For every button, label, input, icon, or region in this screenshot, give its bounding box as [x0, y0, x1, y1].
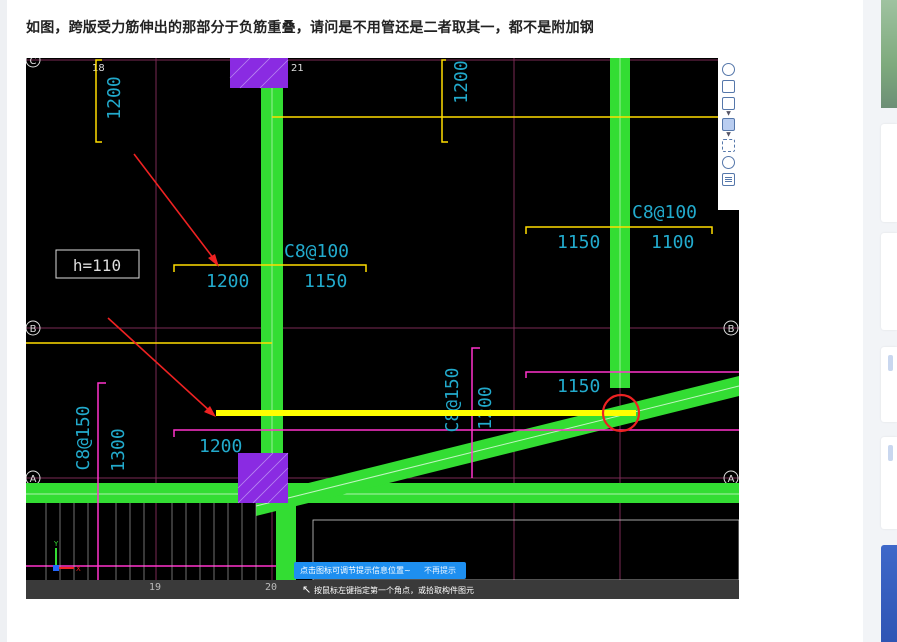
sidebar-card-2[interactable] [881, 233, 897, 330]
rebar-label-c8-150-mid: C8@150 [442, 367, 463, 432]
left-gutter [0, 0, 7, 642]
grid-number-21: 21 [291, 63, 304, 74]
chevron-down-icon[interactable]: ▼ [726, 111, 731, 117]
zoom-extents-icon[interactable] [722, 139, 735, 152]
cursor-icon: ↖ [302, 583, 312, 596]
sidebar-indicator-1 [888, 355, 893, 371]
highlight-bar [216, 410, 636, 416]
sidebar-promo-card[interactable] [881, 545, 897, 642]
notes-icon[interactable] [722, 173, 735, 186]
status-bar: 19 20 ↖ 按鼠标左键指定第一个角点，或拾取构件图元 [26, 580, 739, 599]
dim-right-1150: 1150 [557, 232, 600, 253]
sidebar-thumbnail[interactable] [881, 0, 897, 108]
dim-top-mid-1200: 1200 [451, 60, 472, 103]
axis-label-c: C [30, 58, 37, 67]
settings-icon[interactable] [722, 156, 735, 169]
solid-box-icon[interactable] [722, 118, 735, 131]
beam-horizontal-a [26, 483, 739, 503]
grid-number-19: 19 [149, 582, 162, 593]
dim-mid-1200: 1200 [206, 271, 249, 292]
box-3d-icon[interactable] [722, 97, 735, 110]
grid-number-20: 20 [265, 582, 278, 593]
rebar-top-mid [441, 59, 448, 143]
slab-thickness-label: h=110 [73, 256, 121, 275]
dim-left-1300: 1300 [108, 428, 129, 471]
grid-number-18: 18 [92, 63, 105, 74]
rebar-label-c8-100-right: C8@100 [632, 202, 697, 223]
dim-right-1100: 1100 [651, 232, 694, 253]
dim-mid-vert-1200: 1200 [475, 386, 496, 429]
post-title: 如图，跨版受力筋伸出的那部分于负筋重叠，请问是不用管还是二者取其一，都不是附加钢 [26, 20, 594, 36]
dim-low-1200: 1200 [199, 436, 242, 457]
chevron-down-icon[interactable]: ▼ [726, 132, 731, 138]
hint-tooltip[interactable]: 点击图标可调节提示信息位置~ 不再提示 [294, 562, 466, 579]
axis-bubble-c: C [26, 58, 41, 68]
arrow-1-shaft [133, 153, 218, 264]
dim-mid-1150: 1150 [304, 271, 347, 292]
orbit-icon[interactable] [722, 63, 735, 76]
hint-message: 点击图标可调节提示信息位置~ [300, 566, 411, 575]
dim-top-left-1200: 1200 [104, 76, 125, 119]
ucs-y-label: Y [53, 540, 59, 548]
ucs-x-label: X [76, 565, 81, 573]
cad-screenshot: C B B A A 18 21 h=110 1200 1200 C8@100 1… [26, 58, 739, 599]
axis-label-b-right: B [728, 324, 735, 335]
cad-drawing: C B B A A 18 21 h=110 1200 1200 C8@100 1… [26, 58, 739, 599]
sidebar-card-1[interactable] [881, 124, 897, 222]
view-toolbar: ▼ ▼ [718, 58, 739, 210]
arrow-2-shaft [107, 317, 213, 414]
status-message: 按鼠标左键指定第一个角点，或拾取构件图元 [314, 586, 474, 595]
ucs-icon: Y X [53, 540, 81, 573]
axis-label-b-left: B [30, 324, 37, 335]
view-cube-icon[interactable] [722, 80, 735, 93]
dim-right-low-1150: 1150 [557, 376, 600, 397]
hint-dismiss-link[interactable]: 不再提示 [424, 562, 456, 579]
sidebar-indicator-2 [888, 445, 893, 461]
rebar-label-c8-150-left: C8@150 [73, 405, 94, 470]
right-sidebar [863, 0, 897, 642]
column-top [230, 58, 288, 88]
rebar-label-c8-100-mid: C8@100 [284, 241, 349, 262]
